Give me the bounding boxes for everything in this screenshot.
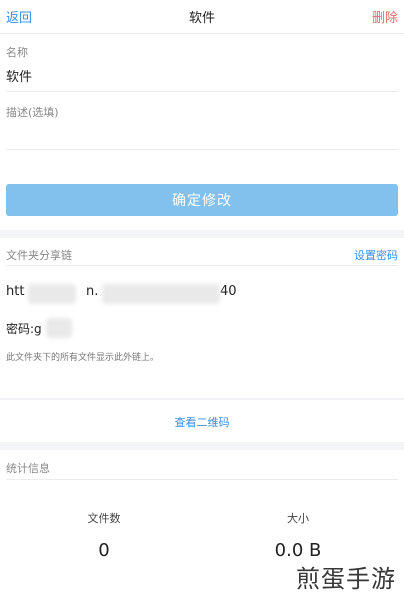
redaction-blur — [46, 318, 72, 338]
password-row: 密码:g — [6, 318, 72, 338]
delete-button[interactable]: 删除 — [372, 7, 398, 26]
name-label: 名称 — [6, 46, 28, 59]
file-count-stat: 文件数 0 — [44, 510, 164, 561]
section-divider — [0, 442, 404, 450]
redaction-blur — [28, 284, 76, 304]
share-header: 文件夹分享链 设置密码 — [6, 244, 398, 266]
stats-section-label: 统计信息 — [6, 460, 398, 480]
share-note: 此文件夹下的所有文件显示此外链上。 — [6, 353, 160, 363]
size-label: 大小 — [287, 512, 309, 525]
share-link[interactable]: htt n. 40 — [6, 284, 266, 304]
back-button[interactable]: 返回 — [6, 7, 32, 26]
password-text: 密码:g — [6, 322, 42, 336]
view-qrcode-button[interactable]: 查看二维码 — [0, 414, 404, 434]
share-link-start: htt — [6, 284, 25, 299]
name-field[interactable]: 名称 软件 — [6, 44, 398, 92]
description-field[interactable]: 描述(选填) — [6, 104, 398, 150]
file-count-label: 文件数 — [87, 512, 121, 525]
page-title: 软件 — [188, 11, 215, 26]
nav-bar: 返回 软件 删除 — [0, 0, 404, 34]
name-input[interactable]: 软件 — [6, 66, 398, 85]
share-section-label: 文件夹分享链 — [6, 248, 72, 262]
file-count-value: 0 — [98, 540, 110, 561]
section-divider — [0, 398, 404, 400]
set-password-button[interactable]: 设置密码 — [354, 247, 398, 263]
redaction-blur — [102, 284, 220, 304]
share-link-end: 40 — [220, 284, 237, 299]
size-value: 0.0 B — [274, 540, 322, 561]
share-link-mid: n. — [86, 284, 99, 299]
size-stat: 大小 0.0 B — [238, 510, 358, 561]
confirm-button[interactable]: 确定修改 — [6, 184, 398, 216]
section-divider — [0, 230, 404, 238]
watermark: 煎蛋手游 — [296, 565, 396, 593]
description-placeholder: 描述(选填) — [6, 106, 59, 119]
